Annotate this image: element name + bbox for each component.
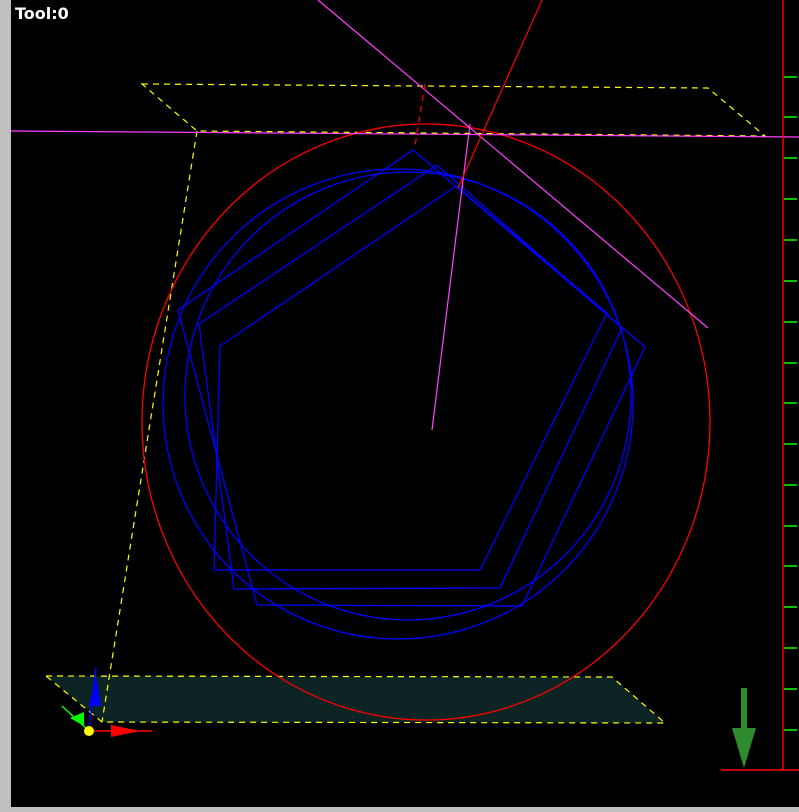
axis-origin-dot — [84, 726, 94, 736]
tool-label: Tool:0 — [15, 4, 69, 23]
cam-3d-viewport[interactable]: Tool:0 — [0, 0, 799, 812]
viewport-left-border — [0, 0, 11, 812]
stock-bottom-face — [44, 675, 667, 724]
scene-canvas[interactable] — [0, 0, 799, 812]
viewport-bottom-border — [0, 807, 799, 812]
arrow-shaft — [741, 688, 747, 732]
